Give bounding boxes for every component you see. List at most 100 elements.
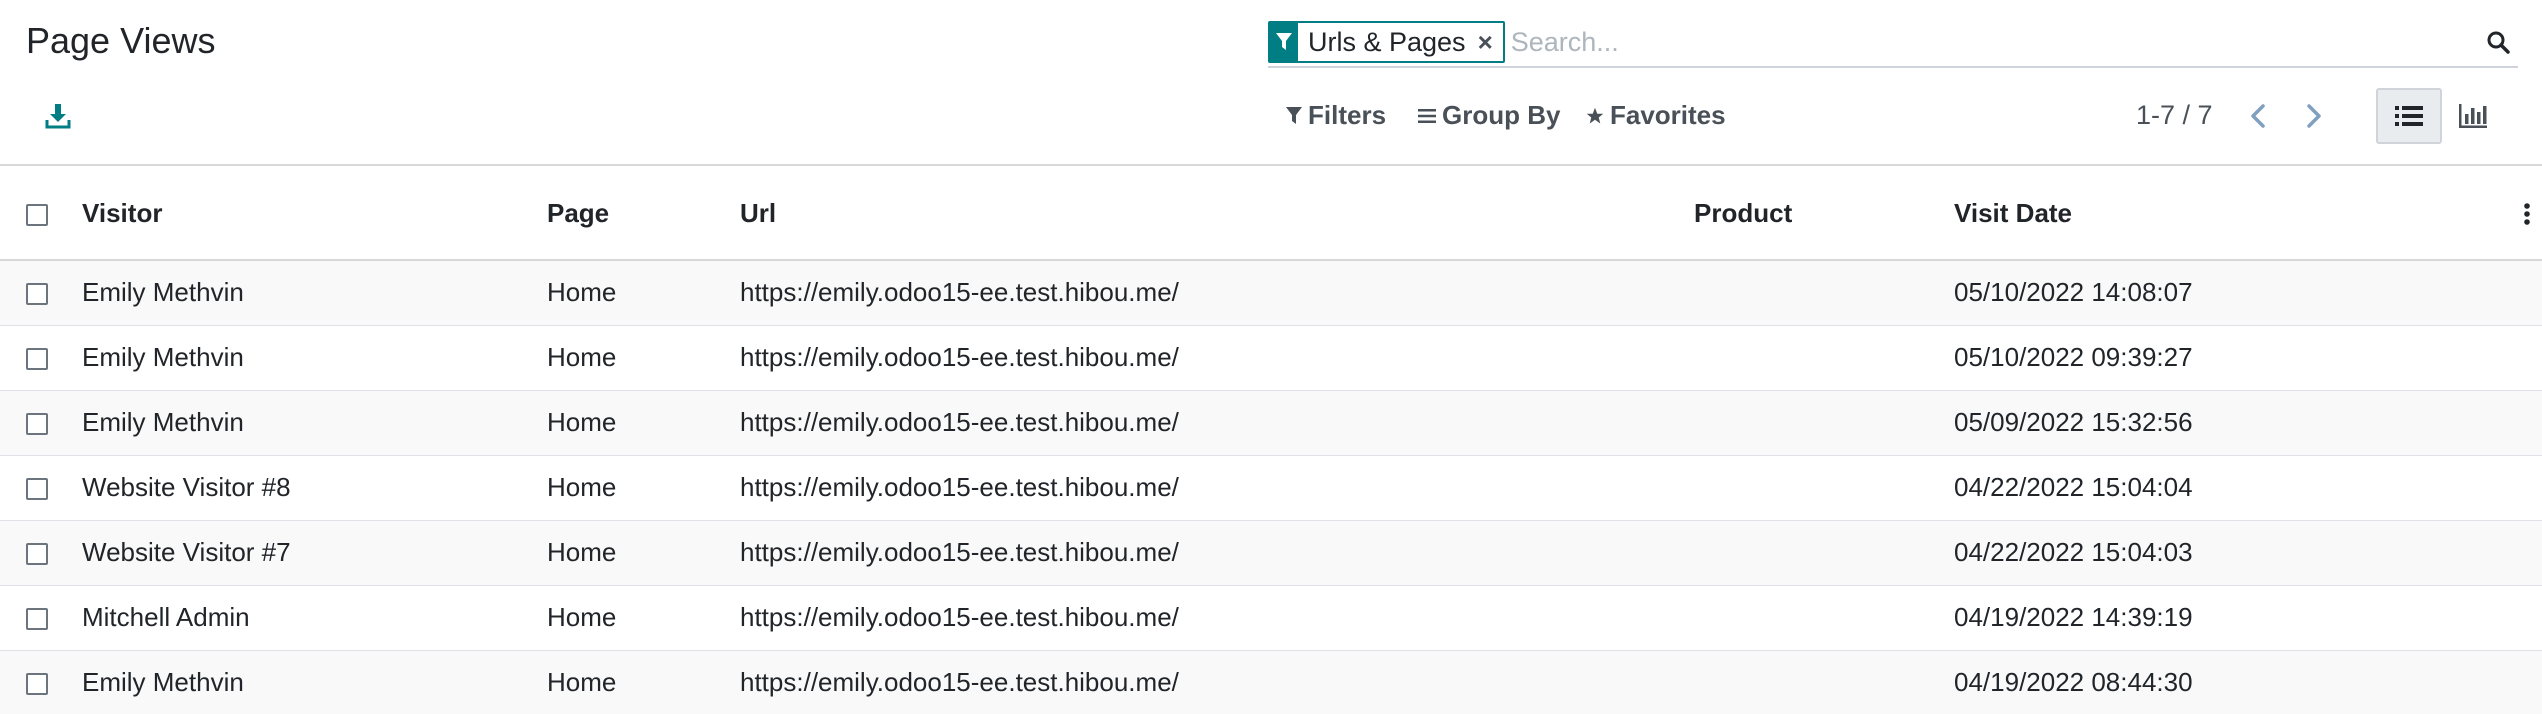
optional-columns-toggle[interactable]: [2512, 202, 2542, 226]
search-button[interactable]: [2478, 22, 2518, 62]
filters-label: Filters: [1308, 100, 1387, 130]
download-icon: [45, 104, 71, 129]
cell-spacer: [2512, 325, 2542, 391]
cell-visitor[interactable]: Emily Methvin: [82, 325, 547, 391]
table-row[interactable]: Website Visitor #7 Home https://emily.od…: [0, 520, 2542, 586]
chevron-left-icon: [2251, 104, 2265, 128]
favorites-label: Favorites: [1610, 100, 1726, 130]
row-checkbox[interactable]: [26, 543, 48, 566]
column-header-visitor[interactable]: Visitor: [82, 168, 547, 261]
row-select-cell: [0, 260, 82, 326]
cell-visit-date[interactable]: 05/10/2022 14:08:07: [1954, 260, 2512, 326]
cell-product[interactable]: [1694, 455, 1954, 521]
cell-product[interactable]: [1694, 520, 1954, 586]
cell-product[interactable]: [1694, 260, 1954, 326]
favorites-toggle[interactable]: Favorites: [1586, 100, 1726, 131]
group-by-label: Group By: [1442, 100, 1561, 130]
cell-spacer: [2512, 650, 2542, 714]
cell-visitor[interactable]: Emily Methvin: [82, 390, 547, 456]
row-select-cell: [0, 325, 82, 391]
cell-page[interactable]: Home: [547, 325, 740, 391]
row-checkbox[interactable]: [26, 348, 48, 371]
cell-spacer: [2512, 390, 2542, 456]
row-checkbox[interactable]: [26, 673, 48, 696]
cell-url[interactable]: https://emily.odoo15-ee.test.hibou.me/: [740, 520, 1694, 586]
filter-icon: [1286, 106, 1302, 125]
cell-url[interactable]: https://emily.odoo15-ee.test.hibou.me/: [740, 325, 1694, 391]
cell-product[interactable]: [1694, 650, 1954, 714]
list-view-button[interactable]: [2376, 88, 2442, 144]
download-button[interactable]: [40, 98, 76, 134]
pager-next-button[interactable]: [2296, 98, 2332, 134]
cell-page[interactable]: Home: [547, 520, 740, 586]
row-select-cell: [0, 650, 82, 714]
table-row[interactable]: Emily Methvin Home https://emily.odoo15-…: [0, 260, 2542, 326]
cell-spacer: [2512, 585, 2542, 651]
row-select-cell: [0, 585, 82, 651]
cell-page[interactable]: Home: [547, 390, 740, 456]
cell-visit-date[interactable]: 05/10/2022 09:39:27: [1954, 325, 2512, 391]
facet-remove-button[interactable]: ×: [1478, 27, 1503, 58]
chevron-right-icon: [2307, 104, 2321, 128]
cell-page[interactable]: Home: [547, 455, 740, 521]
search-input[interactable]: [1510, 22, 2478, 62]
cell-visit-date[interactable]: 04/19/2022 08:44:30: [1954, 650, 2512, 714]
cell-page[interactable]: Home: [547, 650, 740, 714]
cell-product[interactable]: [1694, 390, 1954, 456]
cell-url[interactable]: https://emily.odoo15-ee.test.hibou.me/: [740, 650, 1694, 714]
cell-visitor[interactable]: Emily Methvin: [82, 650, 547, 714]
search-facet: Urls & Pages ×: [1268, 21, 1505, 63]
cell-visit-date[interactable]: 04/19/2022 14:39:19: [1954, 585, 2512, 651]
cell-visit-date[interactable]: 05/09/2022 15:32:56: [1954, 390, 2512, 456]
star-icon: [1586, 107, 1604, 125]
select-all-cell: [0, 168, 82, 261]
column-header-visit-date[interactable]: Visit Date: [1954, 168, 2512, 261]
optional-columns-cell: [2512, 168, 2542, 261]
row-checkbox[interactable]: [26, 608, 48, 631]
row-select-cell: [0, 520, 82, 586]
cell-visitor[interactable]: Website Visitor #7: [82, 520, 547, 586]
cell-spacer: [2512, 455, 2542, 521]
page-views-table: Visitor Page Url Product Visit Date Emil…: [0, 168, 2542, 714]
cell-url[interactable]: https://emily.odoo15-ee.test.hibou.me/: [740, 455, 1694, 521]
cell-page[interactable]: Home: [547, 585, 740, 651]
column-header-page[interactable]: Page: [547, 168, 740, 261]
table-row[interactable]: Website Visitor #8 Home https://emily.od…: [0, 455, 2542, 521]
table-row[interactable]: Emily Methvin Home https://emily.odoo15-…: [0, 390, 2542, 456]
pager-previous-button[interactable]: [2240, 98, 2276, 134]
graph-view-button[interactable]: [2440, 88, 2506, 144]
group-by-toggle[interactable]: Group By: [1418, 100, 1560, 131]
column-header-url[interactable]: Url: [740, 168, 1694, 261]
cell-product[interactable]: [1694, 325, 1954, 391]
filter-icon: [1270, 23, 1298, 61]
cell-spacer: [2512, 520, 2542, 586]
cell-visitor[interactable]: Website Visitor #8: [82, 455, 547, 521]
bar-chart-icon: [2459, 104, 2487, 128]
cell-visit-date[interactable]: 04/22/2022 15:04:04: [1954, 455, 2512, 521]
row-checkbox[interactable]: [26, 478, 48, 501]
cell-visit-date[interactable]: 04/22/2022 15:04:03: [1954, 520, 2512, 586]
table-row[interactable]: Emily Methvin Home https://emily.odoo15-…: [0, 325, 2542, 391]
cell-url[interactable]: https://emily.odoo15-ee.test.hibou.me/: [740, 390, 1694, 456]
row-checkbox[interactable]: [26, 413, 48, 436]
row-checkbox[interactable]: [26, 283, 48, 306]
pager-value[interactable]: 1-7 / 7: [2136, 100, 2213, 131]
cell-visitor[interactable]: Mitchell Admin: [82, 585, 547, 651]
list-icon: [2395, 106, 2423, 126]
row-select-cell: [0, 455, 82, 521]
filters-toggle[interactable]: Filters: [1286, 100, 1386, 131]
row-select-cell: [0, 390, 82, 456]
cell-url[interactable]: https://emily.odoo15-ee.test.hibou.me/: [740, 260, 1694, 326]
cell-url[interactable]: https://emily.odoo15-ee.test.hibou.me/: [740, 585, 1694, 651]
search-icon: [2487, 31, 2510, 54]
page-title: Page Views: [26, 20, 216, 61]
select-all-checkbox[interactable]: [26, 204, 48, 227]
search-bar: Urls & Pages ×: [1268, 18, 2518, 68]
cell-page[interactable]: Home: [547, 260, 740, 326]
facet-label: Urls & Pages: [1308, 26, 1466, 57]
cell-product[interactable]: [1694, 585, 1954, 651]
table-row[interactable]: Mitchell Admin Home https://emily.odoo15…: [0, 585, 2542, 651]
table-row[interactable]: Emily Methvin Home https://emily.odoo15-…: [0, 650, 2542, 714]
cell-visitor[interactable]: Emily Methvin: [82, 260, 547, 326]
column-header-product[interactable]: Product: [1694, 168, 1954, 261]
